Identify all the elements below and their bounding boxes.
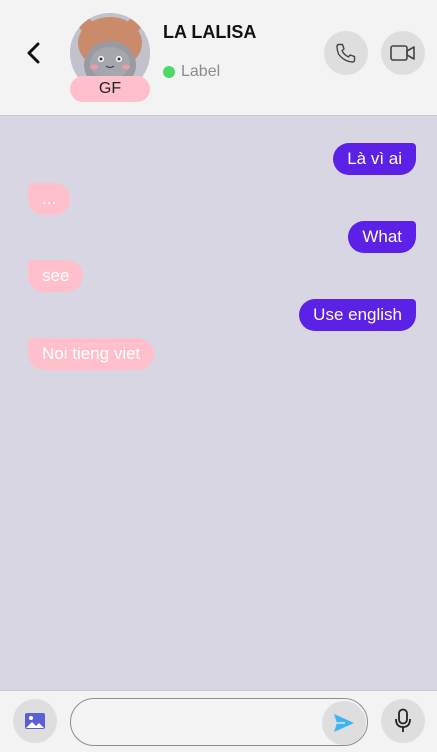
voice-message-button[interactable] xyxy=(381,699,425,743)
send-button[interactable] xyxy=(322,701,366,745)
message-bubble-sent[interactable]: Là vì ai xyxy=(333,143,416,175)
message-list[interactable]: Là vì ai ... What see Use english Noi ti… xyxy=(0,116,437,690)
video-call-button[interactable] xyxy=(381,31,425,75)
voice-call-button[interactable] xyxy=(324,31,368,75)
presence-status: Label xyxy=(163,63,220,81)
online-dot-icon xyxy=(163,66,175,78)
relationship-badge: GF xyxy=(70,76,150,102)
microphone-icon xyxy=(395,708,411,732)
contact-name: LA LALISA xyxy=(163,22,257,42)
chat-header: GF LA LALISA Label xyxy=(0,0,437,116)
message-bubble-received[interactable]: ... xyxy=(28,183,71,215)
image-icon xyxy=(25,713,45,729)
video-camera-icon xyxy=(390,45,415,61)
phone-icon xyxy=(336,43,356,63)
back-button[interactable] xyxy=(22,40,46,66)
chevron-left-icon xyxy=(27,42,40,64)
composer-bar xyxy=(0,690,437,752)
attach-image-button[interactable] xyxy=(13,699,57,743)
status-label: Label xyxy=(181,63,221,80)
message-bubble-sent[interactable]: Use english xyxy=(299,299,416,331)
message-bubble-sent[interactable]: What xyxy=(348,221,416,253)
message-bubble-received[interactable]: see xyxy=(28,260,84,292)
message-bubble-received[interactable]: Noi tieng viet xyxy=(28,338,155,370)
send-icon xyxy=(334,714,354,732)
